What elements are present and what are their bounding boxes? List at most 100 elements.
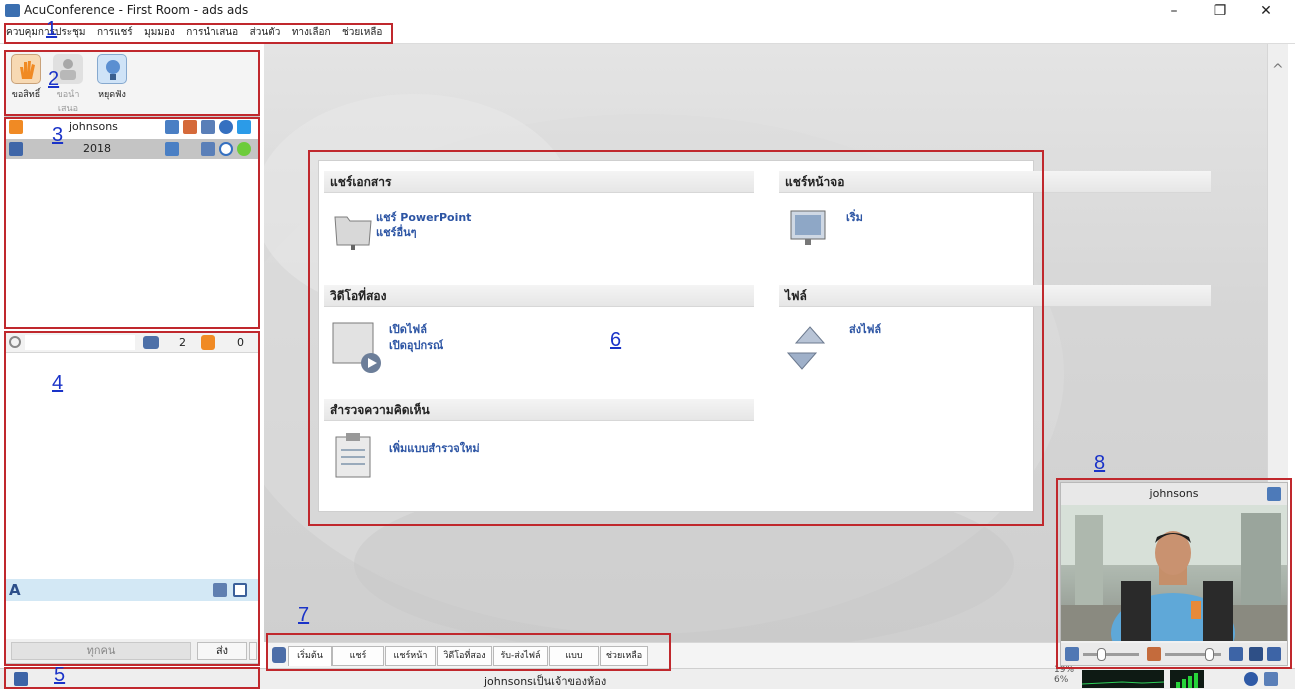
tab-survey[interactable]: แบบสำรวจ: [549, 646, 599, 679]
scroll-up-icon[interactable]: ^: [1272, 62, 1284, 78]
host-status: johnsonsเป็นเจ้าของห้อง: [484, 675, 607, 688]
menu-personal[interactable]: ส่วนตัว: [246, 22, 285, 44]
camera-icon[interactable]: [1249, 647, 1263, 661]
send-button[interactable]: ส่ง: [197, 642, 247, 660]
tab-share-docs[interactable]: แชร์เอกสาร: [332, 646, 384, 679]
settings-icon[interactable]: [1229, 647, 1243, 661]
profile-icon[interactable]: [1264, 672, 1278, 686]
notes-icon[interactable]: [14, 672, 28, 686]
callout-8: 8: [1094, 452, 1106, 474]
section-header: แชร์หน้าจอ: [779, 171, 1211, 193]
stop-listen-label: หยุดฟัง: [98, 90, 126, 100]
send-file-link[interactable]: ส่งไฟล์: [849, 320, 881, 338]
camera-settings-icon[interactable]: [1267, 647, 1281, 661]
close-button[interactable]: ✕: [1243, 0, 1289, 22]
cpu-usage-top: 19%: [1054, 665, 1075, 675]
tab-second-video[interactable]: วิดีโอที่สอง: [437, 646, 492, 666]
menu-bar: ควบคุมการประชุม การแชร์ มุมมอง การนำเสนอ…: [0, 22, 1295, 44]
chat-panel: 2 0 A ทุกคน ส่ง: [4, 332, 260, 664]
action-toolbar: ขอสิทธิ์ ขอนำเสนอ หยุดฟัง: [4, 50, 259, 114]
title-bar: AcuConference - First Room - ads ads – ❐…: [0, 0, 1295, 22]
raise-hand-button[interactable]: ขอสิทธิ์: [6, 54, 46, 101]
callout-4: 4: [52, 372, 64, 394]
menu-help[interactable]: ช่วยเหลือ: [338, 22, 386, 44]
tab-file-transfer[interactable]: รับ-ส่งไฟล์: [493, 646, 548, 666]
save-icon[interactable]: [233, 583, 247, 597]
menu-presentation[interactable]: การนำเสนอ: [182, 22, 242, 44]
start-panel: แชร์เอกสาร แชร์หน้าจอ แชร์ PowerPoint แช…: [318, 160, 1211, 512]
callout-2: 2: [48, 68, 60, 90]
signal-meter: [1170, 670, 1204, 688]
monitor-icon: [790, 210, 826, 245]
window-title: AcuConference - First Room - ads ads: [24, 3, 249, 17]
users-icon: [143, 336, 159, 349]
slider-thumb[interactable]: [1097, 648, 1106, 661]
participant-row[interactable]: johnsons: [5, 117, 259, 137]
menu-view[interactable]: มุมมอง: [140, 22, 179, 44]
hand-count: 0: [237, 336, 244, 349]
emoticon-icon[interactable]: [213, 583, 227, 597]
menu-share[interactable]: การแชร์: [93, 22, 137, 44]
font-icon[interactable]: A: [9, 581, 21, 599]
maximize-button[interactable]: ❐: [1197, 0, 1243, 22]
folder-icon: [334, 216, 372, 250]
mic-icon[interactable]: [1147, 647, 1161, 661]
video-play-icon: [332, 322, 381, 373]
video-icon: [165, 120, 179, 134]
hand-icon: [11, 54, 41, 84]
chat-format-toolbar: A: [5, 579, 259, 601]
section-header: แชร์เอกสาร: [324, 171, 754, 193]
video-window: johnsons: [1060, 482, 1288, 666]
status-bar: johnsonsเป็นเจ้าของห้อง 19% 6%: [0, 665, 1295, 689]
speaker-volume-slider[interactable]: [1083, 648, 1139, 661]
send-options-button[interactable]: [249, 642, 257, 660]
open-device-link[interactable]: เปิดอุปกรณ์: [389, 336, 443, 354]
info-icon[interactable]: [1244, 672, 1258, 686]
section-header: วิดีโอที่สอง: [324, 285, 754, 307]
request-present-label: ขอนำเสนอ: [56, 90, 80, 114]
speaker-icon[interactable]: [1065, 647, 1079, 661]
recipient-select[interactable]: ทุกคน: [11, 642, 191, 660]
chat-messages[interactable]: [5, 354, 259, 578]
participant-name: johnsons: [69, 120, 118, 133]
menu-options[interactable]: ทางเลือก: [288, 22, 335, 44]
app-icon: [5, 4, 20, 17]
hand-icon: [9, 120, 23, 134]
participant-row[interactable]: 2018: [5, 139, 259, 159]
clipboard-icon: [335, 433, 371, 478]
share-other-link[interactable]: แชร์อื่นๆ: [376, 223, 417, 241]
callout-6: 6: [610, 329, 622, 351]
bulb-icon: [97, 54, 127, 84]
mic-volume-slider[interactable]: [1165, 648, 1221, 661]
tab-help[interactable]: ช่วยเหลือ: [600, 646, 648, 666]
participant-list: johnsons 2018: [4, 116, 260, 328]
tab-share-screen[interactable]: แชร์หน้าจอ: [385, 646, 436, 679]
share-icon: [183, 120, 197, 134]
search-input[interactable]: [25, 335, 135, 350]
video-feed: [1061, 505, 1287, 641]
tab-start[interactable]: เริ่มต้น: [288, 646, 332, 666]
callout-3: 3: [52, 124, 64, 146]
menu-meeting-control[interactable]: ควบคุมการประชุม: [0, 22, 89, 44]
slider-thumb[interactable]: [1205, 648, 1214, 661]
start-screen-share-link[interactable]: เริ่ม: [846, 208, 863, 226]
file-transfer-icon: [786, 326, 826, 370]
android-icon: [237, 142, 251, 156]
user-icon: [9, 142, 23, 156]
windows-icon: [237, 120, 251, 134]
video-controls: [1061, 643, 1287, 665]
minimize-button[interactable]: –: [1151, 0, 1197, 22]
video-user-name: johnsons: [1149, 487, 1199, 500]
video-icon: [165, 142, 179, 156]
chat-input[interactable]: [5, 601, 259, 638]
cpu-usage-bottom: 6%: [1054, 675, 1069, 685]
raise-hand-label: ขอสิทธิ์: [11, 90, 41, 100]
callout-1: 1: [46, 18, 58, 40]
chat-search-bar: 2 0: [5, 333, 259, 353]
undock-icon[interactable]: [1267, 487, 1281, 501]
add-survey-link[interactable]: เพิ่มแบบสำรวจใหม่: [389, 439, 480, 457]
stop-listen-button[interactable]: หยุดฟัง: [92, 54, 132, 101]
start-icon: [272, 647, 286, 663]
search-icon[interactable]: [9, 336, 21, 348]
user-count: 2: [179, 336, 186, 349]
